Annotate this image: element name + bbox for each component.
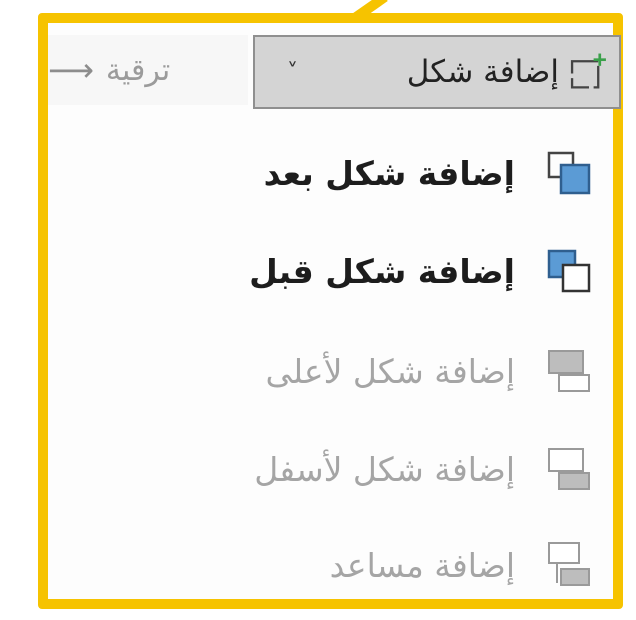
add-shape-label: إضافة شكل xyxy=(406,54,559,90)
add-shape-above-icon xyxy=(548,350,590,392)
menu-item-add-assistant: إضافة مساعد xyxy=(48,517,613,613)
add-shape-button[interactable]: إضافة شكل ˅ xyxy=(253,35,621,109)
menu-item-label: إضافة شكل بعد xyxy=(263,153,515,193)
menu-item-add-shape-above: إضافة شكل لأعلى xyxy=(48,323,613,419)
add-shape-below-icon xyxy=(548,448,590,490)
add-shape-before-icon xyxy=(547,249,591,293)
menu-item-label: إضافة شكل لأعلى xyxy=(265,351,516,391)
menu-item-label: إضافة شكل قبل xyxy=(249,251,515,291)
add-shape-after-icon xyxy=(547,151,591,195)
menu-item-add-shape-before[interactable]: إضافة شكل قبل xyxy=(48,223,613,319)
add-assistant-icon xyxy=(548,542,590,586)
add-shape-dropdown-panel: ترقية ⟶ إضافة شكل ˅ إضافة شكل بعد إضافة … xyxy=(38,13,623,609)
chevron-down-icon[interactable]: ˅ xyxy=(287,60,298,85)
menu-item-add-shape-below: إضافة شكل لأسفل xyxy=(48,421,613,517)
menu-item-add-shape-after[interactable]: إضافة شكل بعد xyxy=(48,125,613,221)
smartart-toolbar: ترقية ⟶ إضافة شكل ˅ xyxy=(48,23,621,113)
menu-item-label: إضافة مساعد xyxy=(329,545,515,585)
menu-item-label: إضافة شكل لأسفل xyxy=(254,449,515,489)
add-shape-icon xyxy=(570,53,606,89)
arrow-right-icon: ⟶ xyxy=(48,51,94,89)
promote-label: ترقية xyxy=(105,52,171,88)
promote-button[interactable]: ترقية ⟶ xyxy=(48,35,248,105)
